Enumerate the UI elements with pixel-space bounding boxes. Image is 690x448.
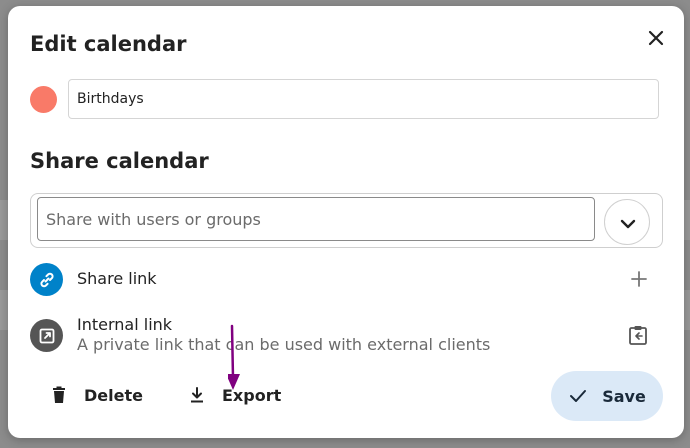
share-section-title: Share calendar xyxy=(30,149,209,173)
share-search-box xyxy=(30,193,663,248)
save-label: Save xyxy=(602,386,646,406)
add-share-link-button[interactable] xyxy=(628,268,650,290)
share-link-icon-badge xyxy=(30,263,63,296)
internal-link-label: Internal link xyxy=(77,315,173,334)
share-link-label[interactable]: Share link xyxy=(77,269,157,288)
copy-internal-link-button[interactable] xyxy=(626,323,650,347)
save-button[interactable]: Save xyxy=(551,371,663,421)
internal-link-icon-badge xyxy=(30,319,63,352)
close-button[interactable] xyxy=(642,24,670,52)
delete-label: Delete xyxy=(84,385,143,405)
dialog-title: Edit calendar xyxy=(30,32,187,56)
clipboard-icon xyxy=(629,326,647,345)
calendar-color-picker[interactable] xyxy=(30,86,57,113)
calendar-name-input[interactable] xyxy=(68,79,659,119)
download-icon xyxy=(191,387,203,403)
close-icon xyxy=(648,30,664,46)
plus-icon xyxy=(631,271,647,287)
external-link-icon xyxy=(39,328,55,344)
share-search-input[interactable] xyxy=(37,197,595,241)
share-dropdown-button[interactable] xyxy=(604,199,650,245)
edit-calendar-dialog: Edit calendar Share calendar Share link xyxy=(8,6,684,438)
annotation-arrow xyxy=(228,324,240,390)
link-icon xyxy=(40,272,54,288)
chevron-down-icon xyxy=(620,219,636,229)
delete-button[interactable]: Delete xyxy=(50,371,143,419)
trash-icon xyxy=(53,386,65,403)
checkmark-icon xyxy=(570,390,587,402)
internal-link-description: A private link that can be used with ext… xyxy=(77,335,491,354)
